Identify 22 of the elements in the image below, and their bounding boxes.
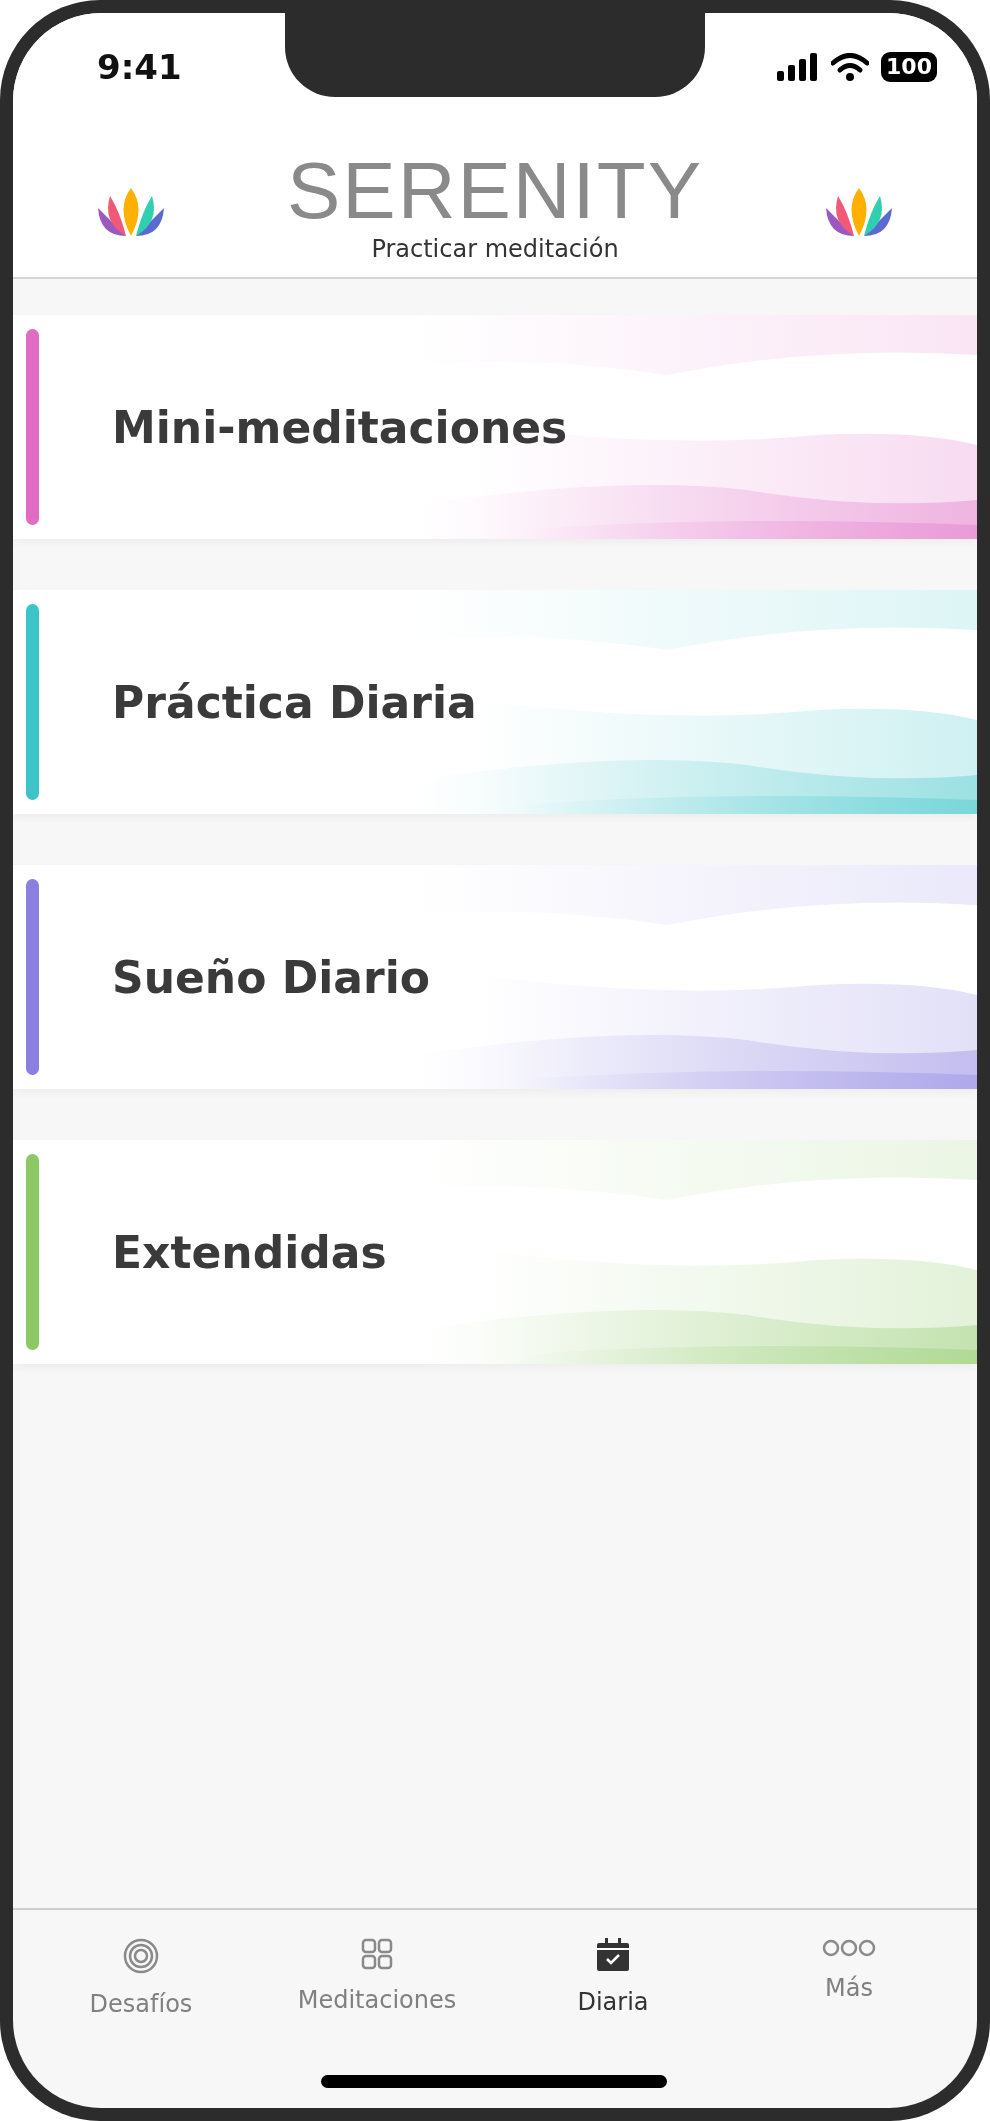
battery-level: 100 [881,52,937,82]
category-card[interactable]: Extendidas [13,1140,977,1364]
wifi-icon [831,53,870,81]
app-title: SERENITY [286,151,704,231]
category-card[interactable]: Mini-meditaciones [13,315,977,539]
category-card[interactable]: Sueño Diario [13,865,977,1089]
category-card[interactable]: Práctica Diaria [13,590,977,814]
calendar-check-icon [596,1938,630,1972]
category-title: Práctica Diaria [112,676,477,728]
grid-icon [361,1938,393,1970]
category-title: Sueño Diario [112,951,431,1003]
tab-item[interactable]: Diaria [495,1910,731,2108]
category-title: Extendidas [112,1226,387,1278]
target-icon [123,1938,159,1974]
tab-item[interactable]: Meditaciones [259,1910,495,2108]
tab-item[interactable]: Más [731,1910,967,2108]
more-icon [822,1938,876,1958]
signal-icon [777,53,820,81]
category-title: Mini-meditaciones [112,401,568,453]
status-time: 9:41 [97,47,182,87]
app-subtitle: Practicar meditación [371,235,619,263]
tab-item[interactable]: Desafíos [23,1910,259,2108]
